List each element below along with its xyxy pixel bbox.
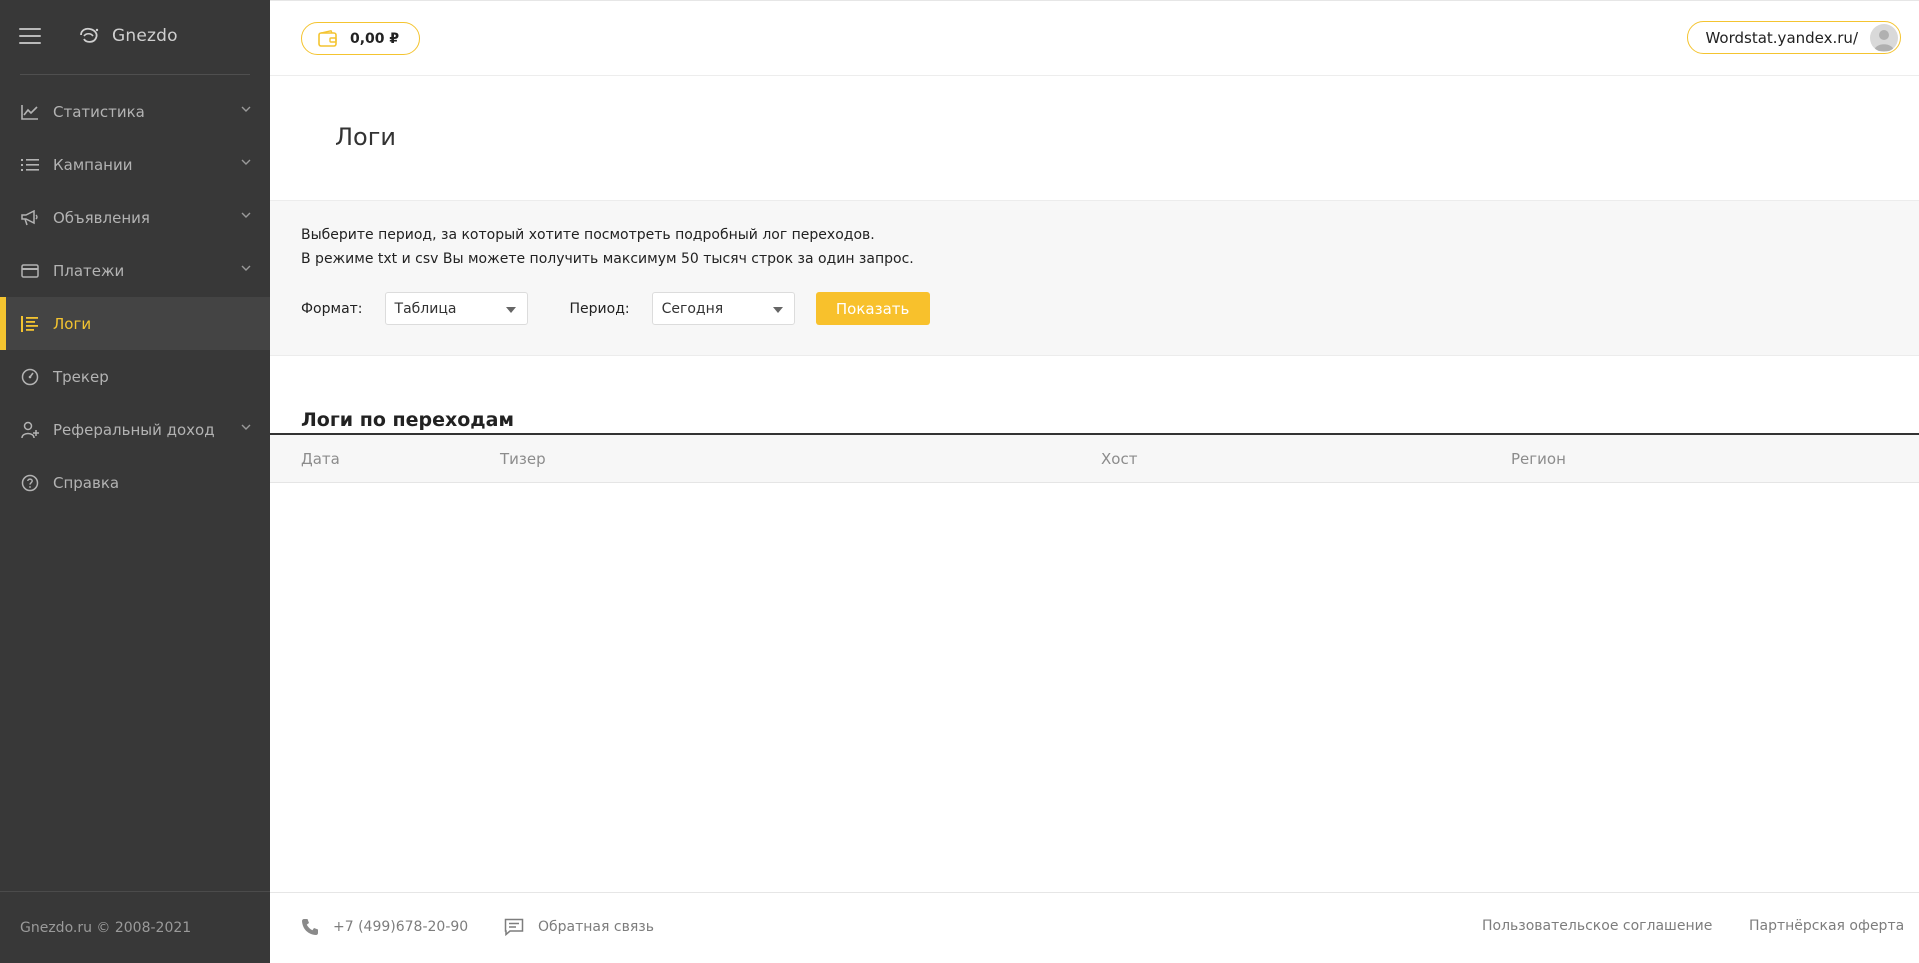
period-label: Период:: [569, 300, 630, 317]
sidebar-item-logs[interactable]: Логи: [0, 297, 270, 350]
sidebar-item-payments[interactable]: Платежи: [0, 244, 270, 297]
period-select[interactable]: Сегодня: [651, 292, 795, 325]
filter-row: Формат: Таблица Период: Сегодня Показать: [301, 292, 930, 325]
log-lines-icon: [20, 314, 40, 334]
menu-toggle-icon[interactable]: [19, 28, 41, 44]
sidebar-item-label: Реферальный доход: [53, 420, 215, 439]
chart-line-icon: [20, 102, 40, 122]
sidebar: Gnezdo Статистика Кампании Объявления Пл…: [0, 0, 270, 963]
page-title: Логи: [335, 123, 396, 151]
description-line: Выберите период, за который хотите посмо…: [301, 227, 875, 243]
format-value: Таблица: [394, 300, 457, 317]
sidebar-item-label: Трекер: [53, 367, 109, 386]
partner-offer-link[interactable]: Партнёрская оферта: [1749, 918, 1904, 934]
balance-value: 0,00 ₽: [350, 30, 400, 47]
wallet-icon: [318, 29, 337, 47]
sidebar-item-referral[interactable]: Реферальный доход: [0, 403, 270, 456]
brand-name: Gnezdo: [112, 26, 178, 46]
column-header-host: Хост: [1101, 450, 1138, 468]
column-header-teaser: Тизер: [500, 450, 546, 468]
offer-label: Партнёрская оферта: [1749, 918, 1905, 934]
period-value: Сегодня: [661, 300, 724, 317]
copyright: Gnezdo.ru © 2008-2021: [0, 891, 270, 963]
show-button[interactable]: Показать: [815, 292, 930, 325]
description-line: В режиме txt и csv Вы можете получить ма…: [301, 251, 914, 267]
megaphone-icon: [20, 208, 40, 228]
credit-card-icon: [20, 261, 40, 281]
sidebar-item-label: Кампании: [53, 155, 133, 174]
table-header: Дата Тизер Хост Регион: [270, 433, 1919, 483]
chevron-down-icon: [241, 159, 251, 165]
caret-down-icon: [505, 307, 516, 313]
sidebar-item-campaigns[interactable]: Кампании: [0, 138, 270, 191]
filter-description: Выберите период, за который хотите посмо…: [301, 223, 914, 271]
feedback-link[interactable]: Обратная связь: [504, 918, 654, 936]
format-label: Формат:: [301, 300, 363, 317]
logs-title: Логи по переходам: [301, 409, 514, 431]
caret-down-icon: [772, 307, 783, 313]
column-header-region: Регион: [1511, 450, 1566, 468]
feedback-label: Обратная связь: [538, 919, 654, 935]
avatar[interactable]: [1870, 23, 1898, 52]
phone-link[interactable]: +7 (499)678-20-90: [301, 918, 468, 936]
filter-panel: Выберите период, за который хотите посмо…: [270, 200, 1919, 356]
sidebar-item-help[interactable]: Справка: [0, 456, 270, 509]
sidebar-header: Gnezdo: [0, 0, 270, 72]
list-icon: [20, 155, 40, 175]
site-name: Wordstat.yandex.ru/: [1705, 28, 1858, 47]
sidebar-item-label: Статистика: [53, 102, 145, 121]
format-select[interactable]: Таблица: [384, 292, 528, 325]
phone-number: +7 (499)678-20-90: [333, 919, 469, 935]
sidebar-divider: [20, 74, 250, 75]
user-agreement-link[interactable]: Пользовательское соглашение: [1482, 918, 1712, 934]
nest-logo-icon: [80, 27, 99, 43]
agreement-label: Пользовательское соглашение: [1482, 918, 1713, 934]
chevron-down-icon: [241, 424, 251, 430]
gauge-icon: [20, 367, 40, 387]
sidebar-item-label: Справка: [53, 473, 120, 492]
sidebar-item-label: Объявления: [53, 208, 150, 227]
chevron-down-icon: [241, 106, 251, 112]
logs-table: Дата Тизер Хост Регион: [270, 433, 1919, 483]
sidebar-item-tracker[interactable]: Трекер: [0, 350, 270, 403]
chevron-down-icon: [241, 265, 251, 271]
sidebar-item-label: Платежи: [53, 261, 125, 280]
sidebar-item-label: Логи: [53, 314, 92, 333]
topbar: 0,00 ₽ Wordstat.yandex.ru/: [270, 0, 1919, 76]
sidebar-item-ads[interactable]: Объявления: [0, 191, 270, 244]
user-icon: [1874, 29, 1894, 51]
page-header: Логи: [270, 77, 1919, 200]
logo[interactable]: Gnezdo: [78, 26, 178, 46]
sidebar-menu: Статистика Кампании Объявления Платежи Л…: [0, 85, 270, 509]
column-header-date: Дата: [301, 450, 340, 468]
chevron-down-icon: [241, 212, 251, 218]
phone-icon: [302, 919, 318, 935]
sidebar-item-statistics[interactable]: Статистика: [0, 85, 270, 138]
footer: +7 (499)678-20-90 Обратная связь Пользов…: [270, 892, 1919, 963]
balance-button[interactable]: 0,00 ₽: [301, 22, 421, 55]
chat-icon: [504, 918, 524, 936]
site-selector[interactable]: Wordstat.yandex.ru/: [1687, 21, 1901, 54]
user-add-icon: [20, 420, 40, 440]
help-circle-icon: [20, 473, 40, 493]
